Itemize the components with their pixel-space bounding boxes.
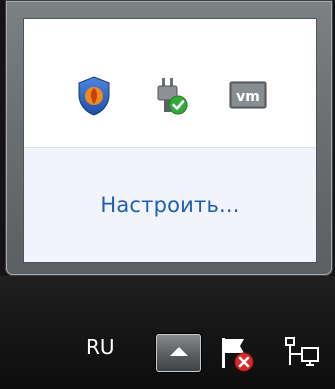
shield-icon[interactable] [72, 74, 116, 118]
hidden-icons-row: vm [24, 74, 316, 134]
show-hidden-icons-button[interactable] [156, 334, 201, 372]
flyout-panel: vm Настроить... [23, 18, 317, 263]
network-icon[interactable] [280, 332, 324, 376]
action-center-flag-error-icon[interactable] [214, 332, 258, 376]
customize-link[interactable]: Настроить... [24, 193, 316, 217]
vmware-icon[interactable]: vm [226, 74, 270, 118]
chevron-up-icon [170, 347, 188, 356]
language-indicator[interactable]: RU [86, 335, 115, 359]
vmware-icon-text: vm [236, 89, 260, 105]
taskbar: RU [0, 276, 335, 389]
power-plug-check-icon[interactable] [148, 74, 192, 118]
notification-overflow-flyout: vm Настроить... [5, 0, 333, 276]
